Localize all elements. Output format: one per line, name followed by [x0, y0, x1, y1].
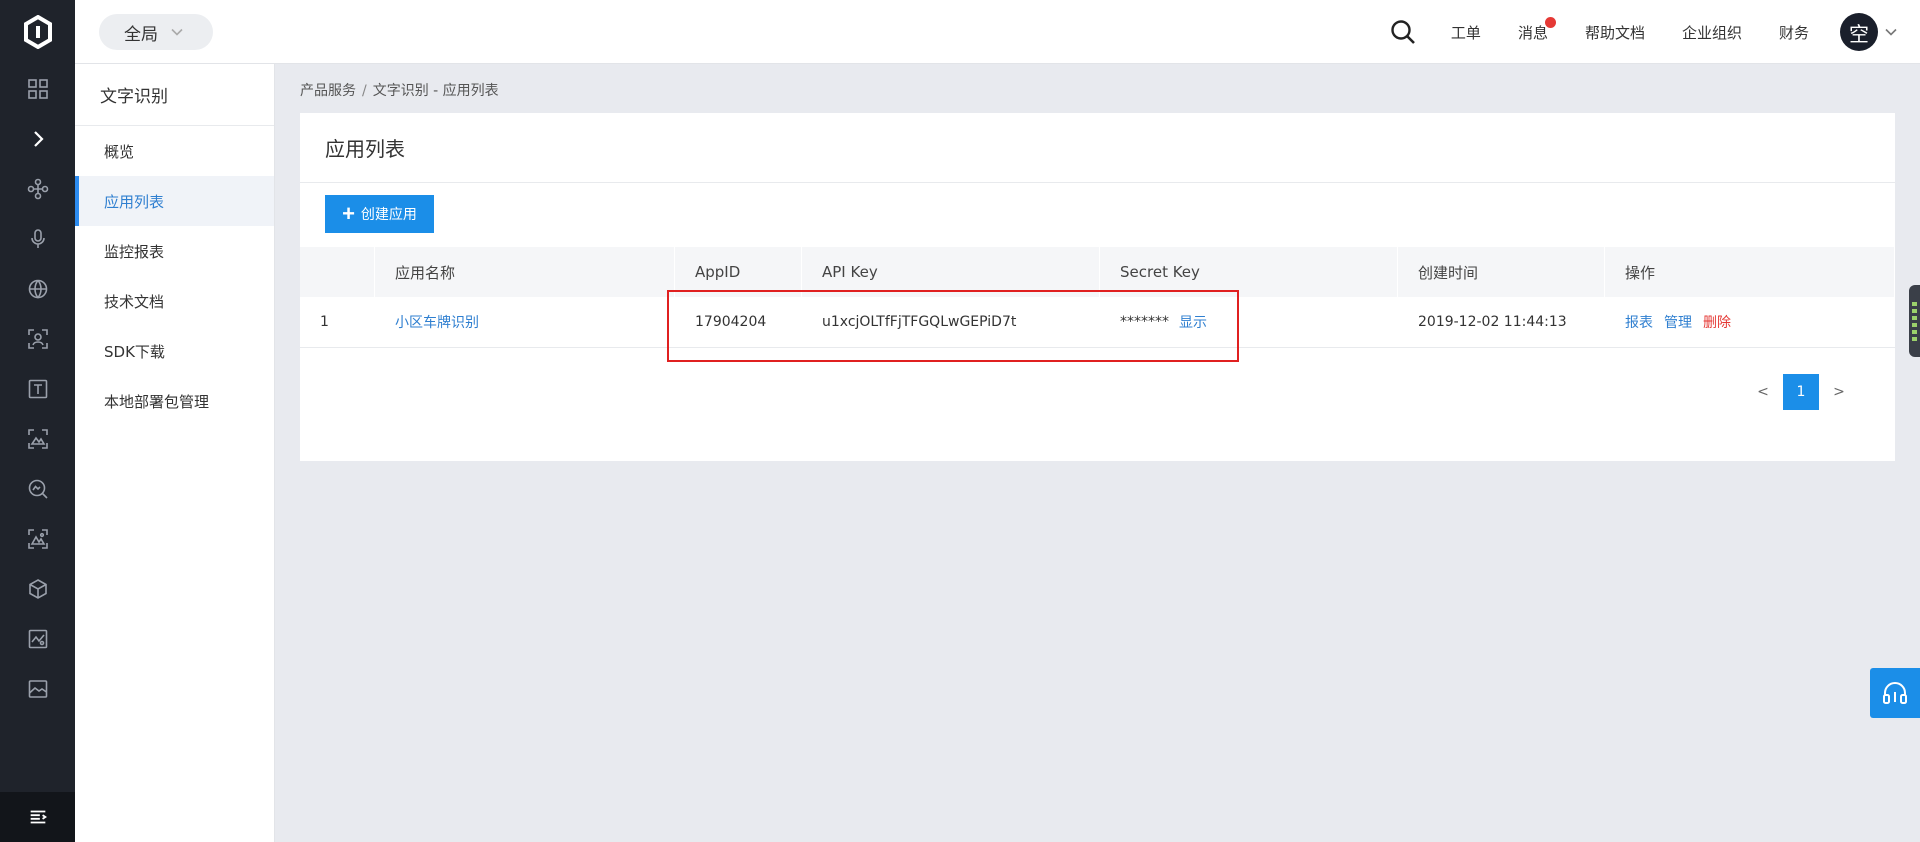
image-search-icon[interactable]	[0, 464, 75, 514]
report-link[interactable]: 报表	[1625, 312, 1653, 332]
sidebar-item-local-deploy[interactable]: 本地部署包管理	[75, 376, 274, 426]
dashboard-icon[interactable]	[0, 64, 75, 114]
nav-organization[interactable]: 企业组织	[1682, 22, 1742, 43]
create-app-button[interactable]: + 创建应用	[325, 195, 434, 233]
page-title: 应用列表	[300, 113, 1895, 183]
logo-icon[interactable]	[0, 0, 75, 64]
app-list-panel: 应用列表 + 创建应用 应用名称 AppID API Key Secret Ke…	[300, 113, 1895, 461]
text-icon[interactable]	[0, 364, 75, 414]
nav-messages-label: 消息	[1517, 23, 1548, 42]
sidebar: 文字识别 概览 应用列表 监控报表 技术文档 SDK下载 本地部署包管理	[75, 64, 275, 842]
network-icon[interactable]	[0, 164, 75, 214]
manage-link[interactable]: 管理	[1664, 312, 1692, 332]
menu-collapse-icon[interactable]	[0, 792, 75, 842]
avatar[interactable]: 空	[1840, 13, 1878, 51]
col-index	[300, 247, 375, 297]
next-page-button[interactable]: >	[1823, 384, 1855, 400]
show-secret-link[interactable]: 显示	[1179, 312, 1207, 332]
nav-finance[interactable]: 财务	[1779, 22, 1809, 43]
breadcrumb-product-services[interactable]: 产品服务	[300, 83, 356, 99]
table-header: 应用名称 AppID API Key Secret Key 创建时间 操作	[300, 247, 1895, 297]
sidebar-item-monitor-report[interactable]: 监控报表	[75, 226, 274, 276]
face-scan-icon[interactable]	[0, 314, 75, 364]
chevron-down-icon	[171, 28, 183, 36]
notification-dot	[1544, 16, 1556, 28]
sidebar-title: 文字识别	[75, 64, 274, 126]
app-table: 应用名称 AppID API Key Secret Key 创建时间 操作 1 …	[300, 247, 1895, 348]
search-icon[interactable]	[1389, 18, 1417, 46]
col-api-key: API Key	[802, 247, 1100, 297]
prev-page-button[interactable]: <	[1747, 384, 1779, 400]
nav-messages[interactable]: 消息	[1517, 16, 1556, 43]
image-chart-icon[interactable]	[0, 614, 75, 664]
col-secret-key: Secret Key	[1100, 247, 1398, 297]
plus-icon: +	[342, 201, 355, 226]
globe-icon[interactable]	[0, 264, 75, 314]
col-created: 创建时间	[1398, 247, 1605, 297]
app-id-value: 17904204	[695, 314, 767, 330]
sidebar-item-tech-docs[interactable]: 技术文档	[75, 276, 274, 326]
microphone-icon[interactable]	[0, 214, 75, 264]
create-app-label: 创建应用	[360, 206, 417, 222]
col-app-id: AppID	[675, 247, 802, 297]
col-actions: 操作	[1605, 247, 1895, 297]
headset-icon	[1883, 682, 1907, 704]
pagination: < 1 >	[1747, 374, 1855, 410]
row-index: 1	[320, 314, 329, 330]
top-nav: 工单 消息 帮助文档 企业组织 财务 空	[1389, 0, 1920, 64]
secret-key-masked: *******	[1120, 314, 1169, 330]
breadcrumb: 产品服务 / 文字识别 - 应用列表	[300, 80, 499, 100]
expand-chevron-icon[interactable]	[0, 114, 75, 164]
app-name-link[interactable]: 小区车牌识别	[395, 312, 479, 332]
api-key-value: u1xcjOLTfFjTFGQLwGEPiD7t	[822, 314, 1017, 330]
table-row: 1 小区车牌识别 17904204 u1xcjOLTfFjTFGQLwGEPiD…	[300, 297, 1895, 348]
image-landscape-icon[interactable]	[0, 664, 75, 714]
customer-support-button[interactable]	[1870, 668, 1920, 718]
image-scan-alt-icon[interactable]	[0, 514, 75, 564]
cube-icon[interactable]	[0, 564, 75, 614]
sidebar-item-sdk-download[interactable]: SDK下载	[75, 326, 274, 376]
scope-selector[interactable]: 全局	[99, 14, 213, 50]
col-app-name: 应用名称	[375, 247, 675, 297]
delete-link[interactable]: 删除	[1703, 312, 1731, 332]
side-handle[interactable]	[1909, 285, 1920, 357]
created-time-value: 2019-12-02 11:44:13	[1418, 314, 1567, 330]
breadcrumb-separator: /	[362, 83, 367, 99]
sidebar-item-overview[interactable]: 概览	[75, 126, 274, 176]
page-1-button[interactable]: 1	[1783, 374, 1819, 410]
image-scan-icon[interactable]	[0, 414, 75, 464]
nav-ticket[interactable]: 工单	[1451, 22, 1481, 43]
nav-help-docs[interactable]: 帮助文档	[1585, 22, 1645, 43]
sidebar-item-app-list[interactable]: 应用列表	[75, 176, 274, 226]
top-bar: 全局 工单 消息 帮助文档 企业组织 财务 空	[75, 0, 1920, 64]
scope-label: 全局	[124, 24, 158, 45]
breadcrumb-current: 文字识别 - 应用列表	[372, 83, 499, 99]
chevron-down-icon[interactable]	[1884, 25, 1898, 39]
icon-rail	[0, 0, 75, 842]
